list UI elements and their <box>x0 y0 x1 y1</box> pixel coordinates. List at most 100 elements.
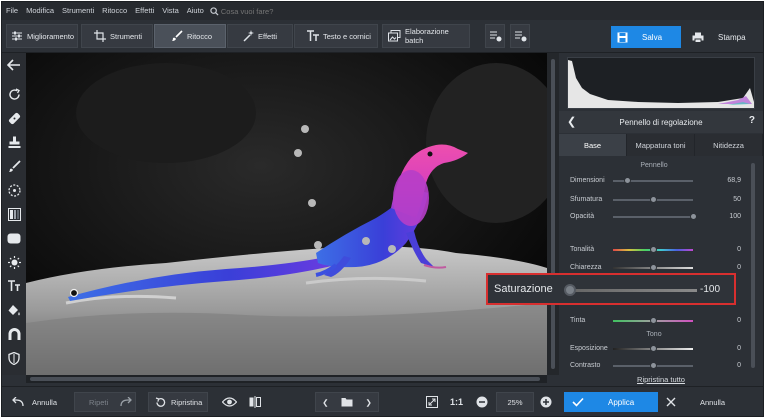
search-icon <box>210 6 219 16</box>
menu-modifica[interactable]: Modifica <box>22 2 58 20</box>
print-button[interactable]: Stampa <box>688 26 756 48</box>
apply-label: Applica <box>608 397 635 407</box>
panel-back-icon[interactable]: ❮ <box>567 115 576 128</box>
zoom-level[interactable]: 25% <box>496 392 534 412</box>
menu-aiuto[interactable]: Aiuto <box>183 2 208 20</box>
tab-ritocco[interactable]: Ritocco <box>154 24 226 48</box>
tab-nitidezza[interactable]: Nitidezza <box>695 134 763 156</box>
cancel-button[interactable]: Annulla <box>666 392 725 412</box>
slider-handle[interactable] <box>649 345 657 352</box>
tab-elaborazione-batch[interactable]: Elaborazione batch <box>382 24 470 48</box>
preview-toggle[interactable] <box>222 392 237 412</box>
canvas-vertical-scrollbar[interactable] <box>547 53 559 375</box>
actual-size-button[interactable]: 1:1 <box>450 392 463 412</box>
saturation-handle[interactable] <box>564 284 576 296</box>
menu-vista[interactable]: Vista <box>158 2 183 20</box>
tool-radial[interactable] <box>6 182 22 198</box>
magnet-icon <box>8 327 20 340</box>
slider-handle[interactable] <box>649 196 657 203</box>
minus-circle-icon <box>476 396 488 408</box>
tool-gradient[interactable] <box>6 206 22 222</box>
tab-label: Effetti <box>258 31 278 41</box>
panel-title: Pennello di regolazione <box>619 117 703 127</box>
menu-file[interactable]: File <box>2 2 22 20</box>
tool-brush[interactable] <box>6 158 22 174</box>
panel-scrollbar[interactable] <box>749 161 757 373</box>
plus-circle-icon <box>540 396 552 408</box>
tool-stamp[interactable] <box>6 134 22 150</box>
menu-ritocco[interactable]: Ritocco <box>98 2 131 20</box>
saturation-callout: Saturazione -100 <box>486 273 736 305</box>
undo-label: Annulla <box>32 397 58 407</box>
tool-light[interactable] <box>6 254 22 270</box>
tool-healing[interactable] <box>6 110 22 126</box>
tab-base[interactable]: Base <box>559 134 627 156</box>
menu-strumenti[interactable]: Strumenti <box>58 2 98 20</box>
fit-screen-button[interactable] <box>426 392 438 412</box>
printer-icon <box>692 32 704 43</box>
slider-handle[interactable] <box>623 177 631 184</box>
tool-text[interactable] <box>6 278 22 294</box>
slider-row: Tonalità 0 <box>567 244 749 256</box>
zoom-in-button[interactable] <box>540 392 552 412</box>
tool-fill[interactable] <box>6 302 22 318</box>
history-add-button[interactable] <box>485 24 505 48</box>
tab-miglioramento[interactable]: Miglioramento <box>6 24 78 48</box>
slider-handle[interactable] <box>649 362 657 369</box>
tool-vignette[interactable] <box>6 230 22 246</box>
close-icon <box>666 397 676 407</box>
restore-button[interactable]: Ripristina <box>148 392 208 412</box>
text-icon <box>307 30 319 41</box>
slider-handle[interactable] <box>649 264 657 271</box>
apply-button[interactable]: Applica <box>564 392 658 412</box>
scroll-thumb[interactable] <box>30 377 540 381</box>
tab-testo-e-cornici[interactable]: Testo e cornici <box>294 24 378 48</box>
magic-wand-icon <box>243 30 254 42</box>
checkmark-icon <box>572 397 584 407</box>
back-button[interactable] <box>6 57 22 73</box>
redo-button[interactable]: Ripeti <box>74 392 136 412</box>
save-button[interactable]: Salva <box>611 26 681 48</box>
slider-value: 0 <box>737 345 741 352</box>
slider-row: Tinta 0 <box>567 315 749 327</box>
photo-canvas[interactable] <box>26 53 547 375</box>
prev-icon[interactable]: ❮ <box>322 398 328 407</box>
redo-label: Ripeti <box>89 397 109 407</box>
zoom-out-button[interactable] <box>476 392 488 412</box>
menu-effetti[interactable]: Effetti <box>131 2 158 20</box>
slider-track[interactable] <box>613 216 693 218</box>
slider-label: Sfumatura <box>570 196 603 203</box>
tool-rotate[interactable] <box>6 86 22 102</box>
list-add-icon <box>490 31 502 42</box>
canvas-horizontal-scrollbar[interactable] <box>26 375 547 383</box>
tool-shield[interactable] <box>6 350 22 366</box>
history-remove-button[interactable] <box>510 24 530 48</box>
help-icon[interactable]: ? <box>749 115 755 126</box>
compare-button[interactable] <box>249 392 261 412</box>
undo-button[interactable]: Annulla <box>12 392 57 412</box>
shield-icon <box>8 351 20 365</box>
slider-label: Opacità <box>570 213 595 220</box>
scroll-thumb[interactable] <box>551 59 555 369</box>
slider-label: Dimensioni <box>570 177 605 184</box>
vignette-icon <box>7 233 21 243</box>
slider-row: Sfumatura 50 <box>567 194 749 206</box>
tab-strumenti[interactable]: Strumenti <box>81 24 153 48</box>
tab-effetti[interactable]: Effetti <box>227 24 293 48</box>
saturation-track[interactable] <box>572 289 697 292</box>
scroll-thumb[interactable] <box>751 163 755 368</box>
slider-handle[interactable] <box>649 246 657 253</box>
search-box[interactable] <box>210 6 313 16</box>
slider-handle[interactable] <box>649 317 657 324</box>
radial-filter-icon <box>7 183 21 197</box>
tool-magnet[interactable] <box>6 326 22 342</box>
histogram <box>567 57 755 109</box>
slider-handle[interactable] <box>689 213 697 220</box>
reset-all-link[interactable]: Ripristina tutto <box>559 375 763 384</box>
section-tono: Tono <box>646 331 662 338</box>
next-icon[interactable]: ❯ <box>365 398 371 407</box>
folder-icon[interactable] <box>341 397 353 407</box>
search-input[interactable] <box>218 6 313 16</box>
tab-mappatura-toni[interactable]: Mappatura toni <box>627 134 695 156</box>
slider-label: Tinta <box>570 317 586 324</box>
